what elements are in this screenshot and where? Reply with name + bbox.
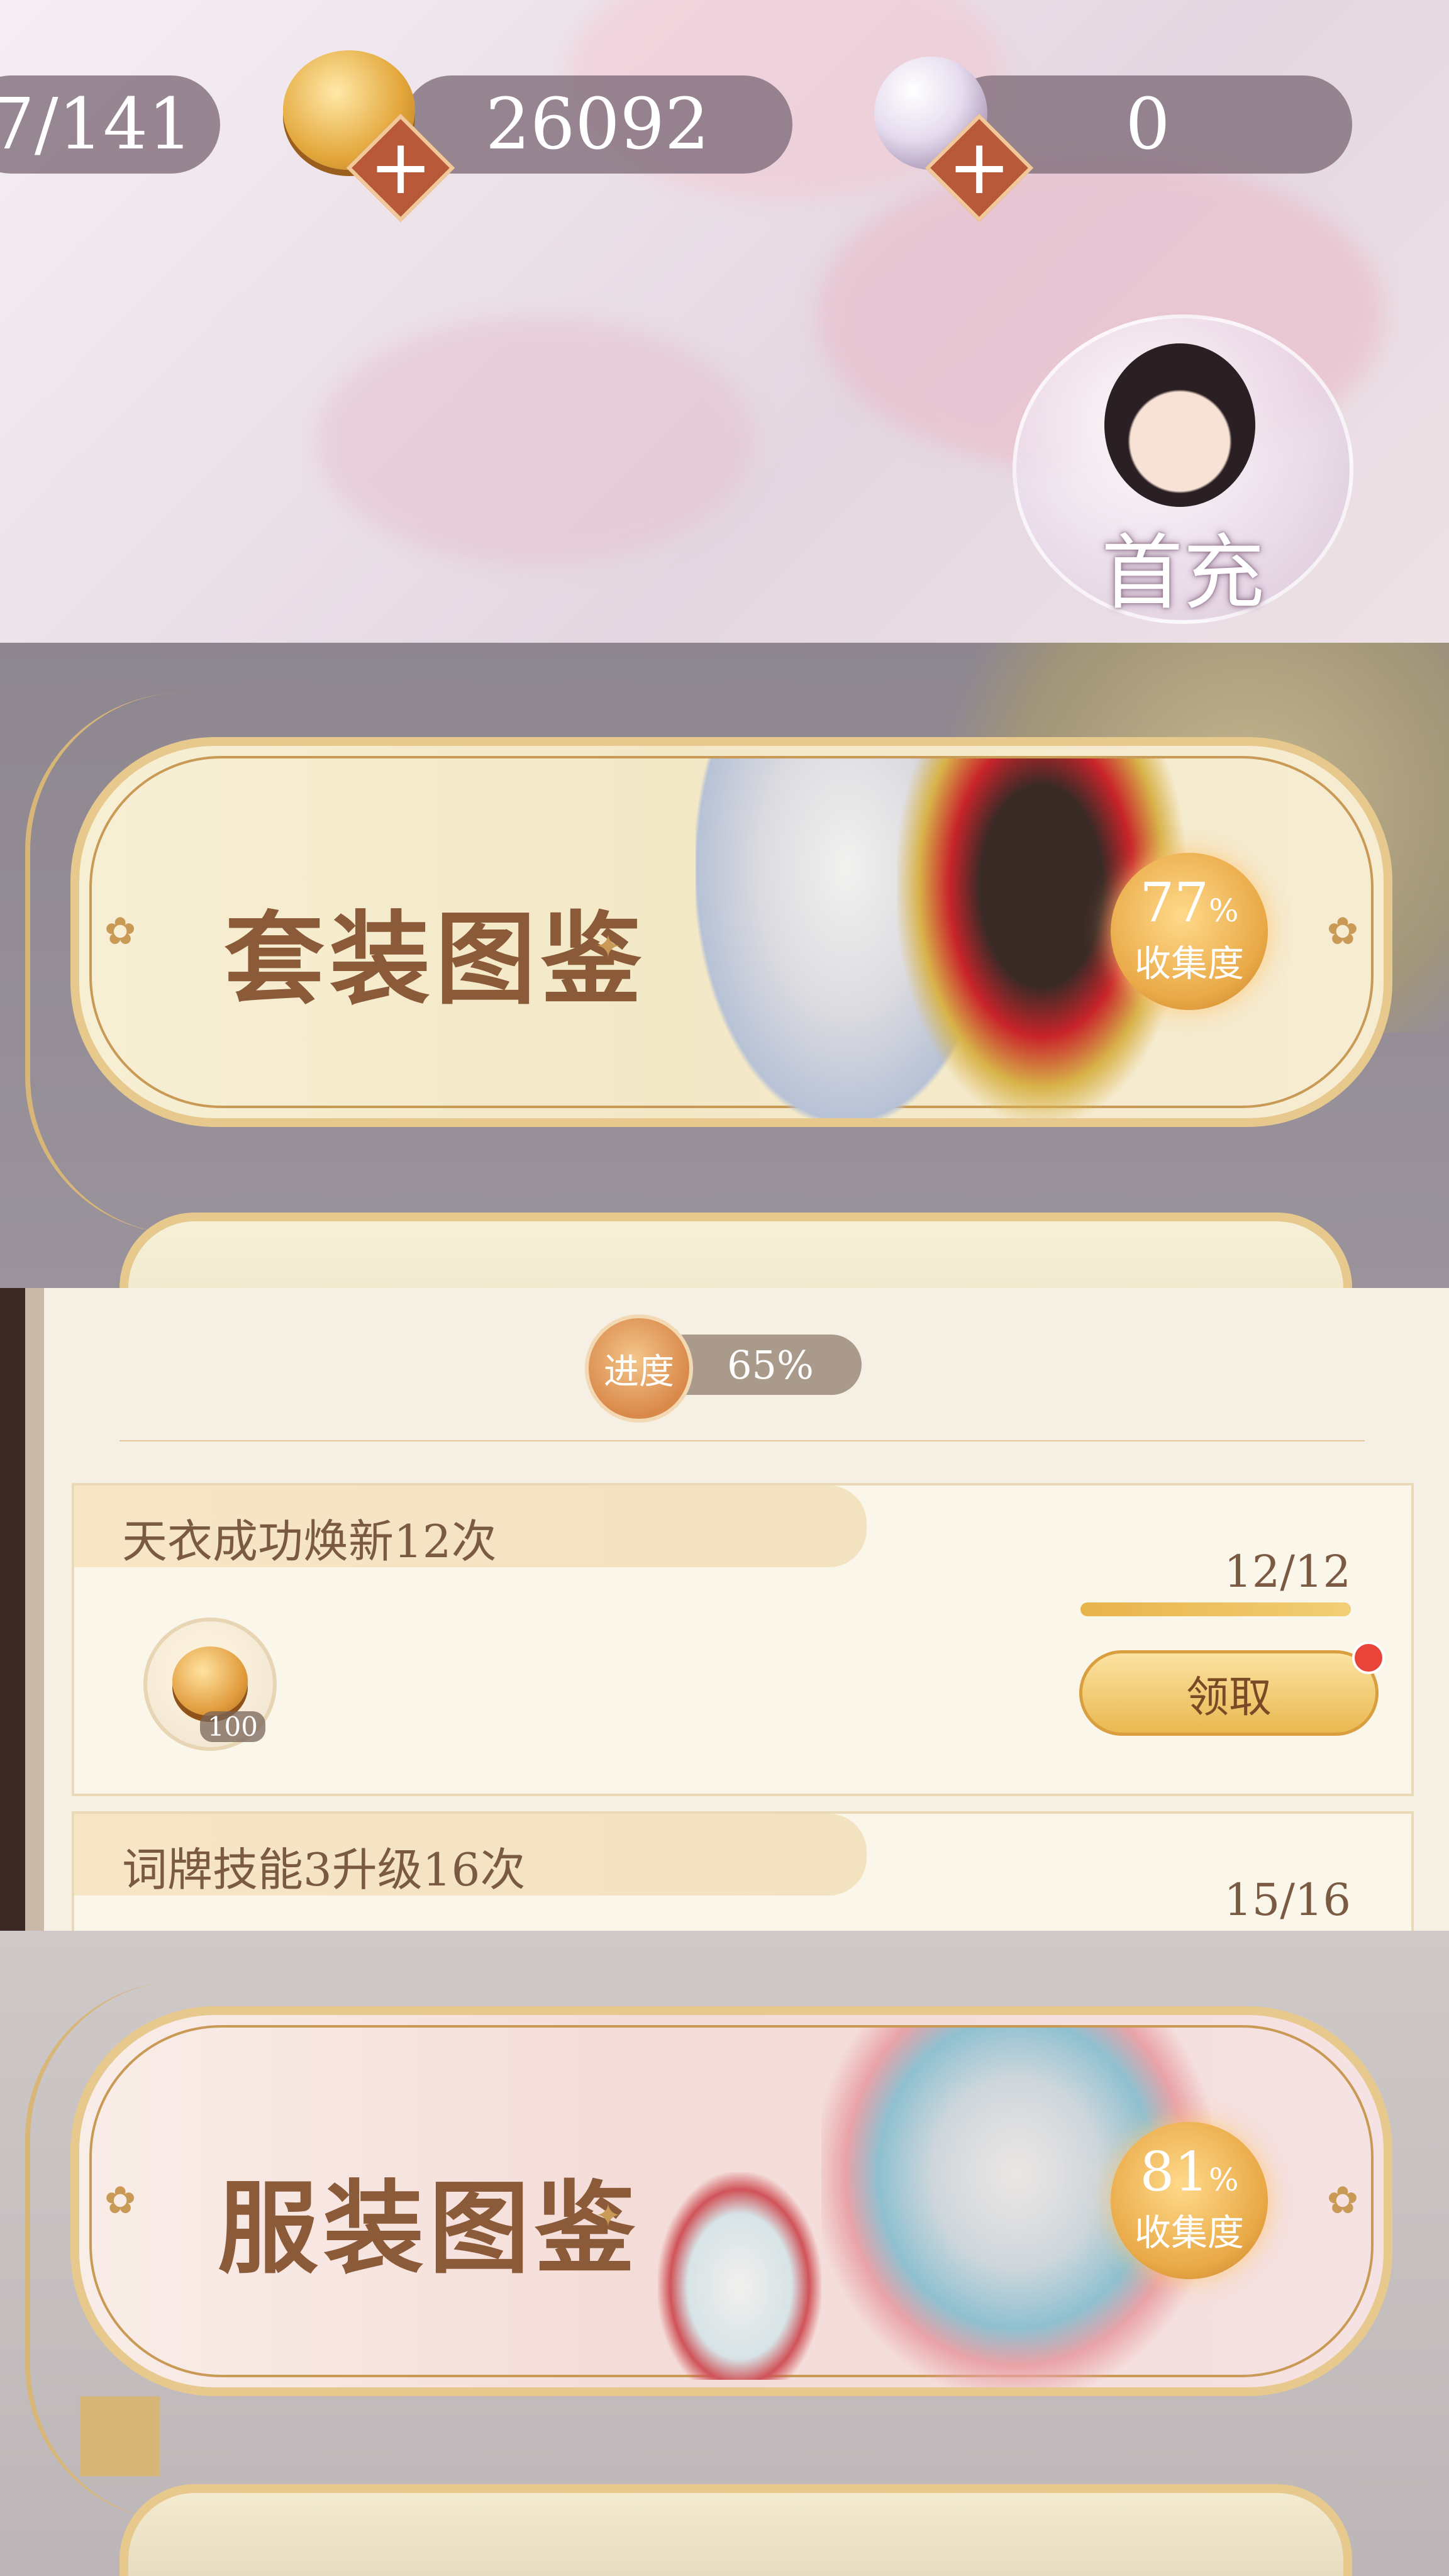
- flower-ornament-icon: ✿: [1326, 2179, 1358, 2223]
- gold-counter[interactable]: 26092: [402, 75, 792, 174]
- task-progress-bar: [1080, 1602, 1351, 1616]
- reward-quantity: 100: [199, 1711, 265, 1742]
- suit-percent-value: 77: [1140, 872, 1209, 935]
- claim-button[interactable]: 领取: [1079, 1650, 1379, 1736]
- stamina-counter[interactable]: 7/141: [0, 75, 220, 174]
- percent-sign: %: [1208, 2162, 1239, 2198]
- reward-gold-coin[interactable]: 100: [143, 1618, 277, 1751]
- task-item: 词牌技能3升级16次 15/16: [72, 1811, 1414, 1931]
- plus-icon: +: [369, 123, 433, 211]
- suit-catalog-title: 套装图鉴: [224, 900, 647, 1018]
- character-portrait: [1104, 343, 1255, 507]
- progress-value: 65%: [727, 1341, 814, 1388]
- task-item: 天衣成功焕新12次 12/12 100 领取: [72, 1483, 1414, 1796]
- stamina-value: 7/141: [0, 84, 193, 165]
- section-divider: [119, 1440, 1365, 1441]
- collection-label: 收集度: [1134, 2211, 1244, 2254]
- outfit-collection-rate: 81% 收集度: [1111, 2122, 1268, 2279]
- rabbit-companion-figure: [658, 2172, 821, 2380]
- collection-label: 收集度: [1134, 942, 1244, 985]
- blossom-decoration: [314, 314, 755, 566]
- side-rail: [25, 1288, 44, 1931]
- task-count: 12/12: [1224, 1546, 1351, 1597]
- first-recharge-button[interactable]: 首充: [1013, 314, 1353, 624]
- flower-ornament-icon: ✿: [104, 2179, 136, 2223]
- gold-coin-icon: [172, 1646, 248, 1716]
- task-count: 15/16: [1224, 1874, 1351, 1926]
- outfit-catalog-title: 服装图鉴: [218, 2169, 641, 2287]
- sparkle-icon: ✦: [595, 2197, 621, 2234]
- percent-sign: %: [1208, 892, 1239, 929]
- flower-ornament-icon: ✿: [1326, 909, 1358, 953]
- currency-header-panel: 7/141 26092 + 0 + 首充: [0, 0, 1449, 643]
- flower-ornament-icon: ✿: [104, 909, 136, 953]
- task-progress-fill: [1080, 1602, 1351, 1616]
- next-catalog-card-peek[interactable]: [119, 2484, 1352, 2576]
- suit-catalog-card[interactable]: ✿ ✿ 套装图鉴 ✦ 77% 收集度: [70, 737, 1392, 1127]
- first-recharge-label: 首充: [1101, 525, 1265, 621]
- task-title: 天衣成功焕新12次: [122, 1515, 497, 1568]
- suit-collection-rate: 77% 收集度: [1111, 853, 1268, 1010]
- next-catalog-card-peek[interactable]: [119, 1213, 1352, 1288]
- outfit-catalog-card[interactable]: ✿ ✿ 服装图鉴 ✦ 81% 收集度: [70, 2006, 1392, 2396]
- task-title: 词牌技能3升级16次: [122, 1843, 526, 1896]
- sparkle-icon: ✦: [595, 928, 621, 965]
- outfit-catalog-panel: ✿ ✿ 服装图鉴 ✦ 81% 收集度: [0, 1931, 1449, 2576]
- plus-icon: +: [947, 123, 1011, 211]
- notification-dot: [1352, 1641, 1385, 1674]
- side-rail: [0, 1288, 25, 1931]
- task-list-panel: 65% 进度 天衣成功焕新12次 12/12 100 领取 词牌技能3升级16次…: [0, 1288, 1449, 1931]
- suit-catalog-panel: ✿ ✿ 套装图鉴 ✦ 77% 收集度: [0, 643, 1449, 1288]
- gold-value: 26092: [485, 84, 710, 165]
- claim-button-label: 领取: [1185, 1672, 1272, 1723]
- outfit-percent-value: 81: [1140, 2141, 1209, 2204]
- pearl-value: 0: [1125, 84, 1170, 165]
- progress-badge-label: 进度: [604, 1351, 674, 1392]
- progress-badge: 进度: [585, 1314, 693, 1423]
